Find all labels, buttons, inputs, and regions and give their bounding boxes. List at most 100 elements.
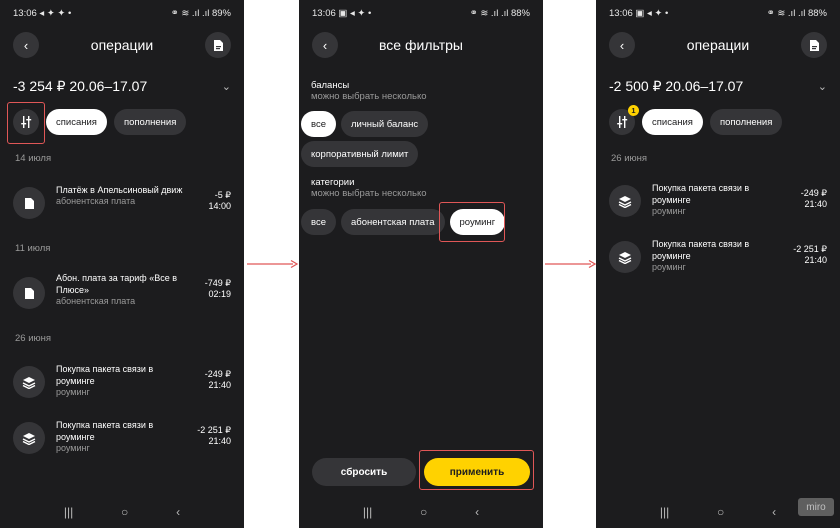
balances-hint: можно выбрать несколько <box>311 91 427 102</box>
transaction-title: Покупка пакета связи в роуминге роуминг <box>56 419 191 454</box>
back-button[interactable]: ‹ <box>13 32 39 58</box>
reset-button[interactable]: сбросить <box>312 458 416 486</box>
balances-chips-row2: корпоративный лимит <box>301 141 423 167</box>
transaction-amount: -249 ₽21:40 <box>204 369 231 390</box>
transaction-category: абонентская плата <box>56 296 136 306</box>
transaction-row[interactable]: Покупка пакета связи в роуминге роуминг -… <box>609 182 827 222</box>
home-icon[interactable]: ○ <box>420 505 427 519</box>
back-button[interactable]: ‹ <box>312 32 338 58</box>
chip-credits[interactable]: пополнения <box>113 109 187 135</box>
chevron-down-icon: ⌄ <box>221 80 231 93</box>
chip-personal-balance[interactable]: личный баланс <box>340 111 429 137</box>
period-summary[interactable]: -3 254 ₽ 20.06–17.07 ⌄ <box>13 76 231 96</box>
document-icon <box>213 39 223 51</box>
filter-button[interactable] <box>13 109 39 135</box>
summary-amount-period: -3 254 ₽ 20.06–17.07 <box>13 77 148 94</box>
header: ‹ операции <box>0 31 244 59</box>
system-nav-bar: ||| ○ ‹ <box>299 504 543 520</box>
status-left: 13:06 ◂ ✦ ✦ • <box>13 7 72 19</box>
chip-category-all[interactable]: все <box>301 209 336 235</box>
back-button[interactable]: ‹ <box>609 32 635 58</box>
back-nav-icon[interactable]: ‹ <box>772 505 776 519</box>
chevron-left-icon: ‹ <box>322 37 328 53</box>
chip-credits[interactable]: пополнения <box>709 109 783 135</box>
status-left: 13:06 ▣ ◂ ✦ • <box>312 7 372 19</box>
period-summary[interactable]: -2 500 ₽ 20.06–17.07 ⌄ <box>609 76 827 96</box>
chip-subscription-fee[interactable]: абонентская плата <box>340 209 445 235</box>
chip-corporate-limit[interactable]: корпоративный лимит <box>301 141 419 167</box>
document-icon <box>809 39 819 51</box>
layers-icon <box>13 366 45 398</box>
transaction-time: 21:40 <box>208 436 231 446</box>
home-icon[interactable]: ○ <box>121 505 128 519</box>
miro-watermark: miro <box>798 498 834 516</box>
transaction-time: 21:40 <box>208 380 231 390</box>
status-right: ⚭ ≋ .ıl .ıl 88% <box>469 7 530 19</box>
balances-section-title: балансы можно выбрать несколько <box>311 80 427 102</box>
transaction-category: роуминг <box>652 262 686 272</box>
status-right: ⚭ ≋ .ıl .ıl 88% <box>766 7 827 19</box>
date-label: 14 июля <box>15 153 52 164</box>
filter-count-badge: 1 <box>628 105 639 116</box>
transaction-row[interactable]: Платёж в Апельсиновый движ абонентская пл… <box>13 184 231 224</box>
transaction-amount: -5 ₽14:00 <box>208 190 231 211</box>
page-title: операции <box>686 37 750 53</box>
layers-icon <box>13 422 45 454</box>
transaction-amount: -749 ₽02:19 <box>204 278 231 299</box>
transaction-category: абонентская плата <box>56 196 136 206</box>
flow-arrow-right-icon <box>545 259 597 269</box>
filter-actions: сбросить применить <box>312 458 530 486</box>
transaction-time: 21:40 <box>804 199 827 209</box>
transaction-title: Платёж в Апельсиновый движ абонентская пл… <box>56 184 191 207</box>
system-nav-bar: ||| ○ ‹ <box>0 504 244 520</box>
chip-debits[interactable]: списания <box>642 109 703 135</box>
filter-row: 1 списания пополнения <box>609 105 783 136</box>
chevron-down-icon: ⌄ <box>817 80 827 93</box>
header: ‹ операции <box>596 31 840 59</box>
chip-balance-all[interactable]: все <box>301 111 336 137</box>
flow-canvas: 13:06 ◂ ✦ ✦ • ⚭ ≋ .ıl .ıl 89% ‹ операции… <box>0 0 840 528</box>
page-title: операции <box>90 37 154 53</box>
transaction-category: роуминг <box>652 206 686 216</box>
status-bar: 13:06 ◂ ✦ ✦ • ⚭ ≋ .ıl .ıl 89% <box>13 6 231 20</box>
document-icon <box>13 277 45 309</box>
transaction-title: Покупка пакета связи в роуминге роуминг <box>652 238 787 273</box>
screen-all-filters: 13:06 ▣ ◂ ✦ • ⚭ ≋ .ıl .ıl 88% ‹ все филь… <box>299 0 543 528</box>
recent-apps-icon[interactable]: ||| <box>660 505 669 519</box>
date-label: 26 июня <box>611 153 648 164</box>
transaction-amount: -2 251 ₽21:40 <box>197 425 231 446</box>
date-label: 26 июня <box>15 333 52 344</box>
document-button[interactable] <box>801 32 827 58</box>
transaction-row[interactable]: Покупка пакета связи в роуминге роуминг -… <box>609 238 827 278</box>
transaction-time: 21:40 <box>804 255 827 265</box>
date-label: 11 июля <box>15 243 51 254</box>
status-bar: 13:06 ▣ ◂ ✦ • ⚭ ≋ .ıl .ıl 88% <box>312 6 530 20</box>
screen-operations-before: 13:06 ◂ ✦ ✦ • ⚭ ≋ .ıl .ıl 89% ‹ операции… <box>0 0 244 528</box>
status-left: 13:06 ▣ ◂ ✦ • <box>609 7 669 19</box>
transaction-row[interactable]: Абон. плата за тариф «Все в Плюсе» абонен… <box>13 272 231 312</box>
balances-chips: все личный баланс <box>301 111 433 137</box>
transaction-title: Абон. плата за тариф «Все в Плюсе» абонен… <box>56 272 191 307</box>
flow-arrow-right-icon <box>247 259 299 269</box>
status-bar: 13:06 ▣ ◂ ✦ • ⚭ ≋ .ıl .ıl 88% <box>609 6 827 20</box>
filter-button[interactable]: 1 <box>609 105 639 135</box>
document-icon <box>13 187 45 219</box>
transaction-category: роуминг <box>56 387 90 397</box>
transaction-row[interactable]: Покупка пакета связи в роуминге роуминг -… <box>13 363 231 403</box>
chevron-left-icon: ‹ <box>23 37 29 53</box>
status-right: ⚭ ≋ .ıl .ıl 89% <box>170 7 231 19</box>
back-nav-icon[interactable]: ‹ <box>176 505 180 519</box>
chip-debits[interactable]: списания <box>46 109 107 135</box>
apply-button[interactable]: применить <box>424 458 530 486</box>
home-icon[interactable]: ○ <box>717 505 724 519</box>
layers-icon <box>609 241 641 273</box>
categories-hint: можно выбрать несколько <box>311 188 427 199</box>
recent-apps-icon[interactable]: ||| <box>64 505 73 519</box>
page-title: все фильтры <box>379 37 463 53</box>
back-nav-icon[interactable]: ‹ <box>475 505 479 519</box>
chevron-left-icon: ‹ <box>619 37 625 53</box>
transaction-row[interactable]: Покупка пакета связи в роуминге роуминг -… <box>13 419 231 459</box>
chip-roaming[interactable]: роуминг <box>449 209 506 235</box>
document-button[interactable] <box>205 32 231 58</box>
recent-apps-icon[interactable]: ||| <box>363 505 372 519</box>
